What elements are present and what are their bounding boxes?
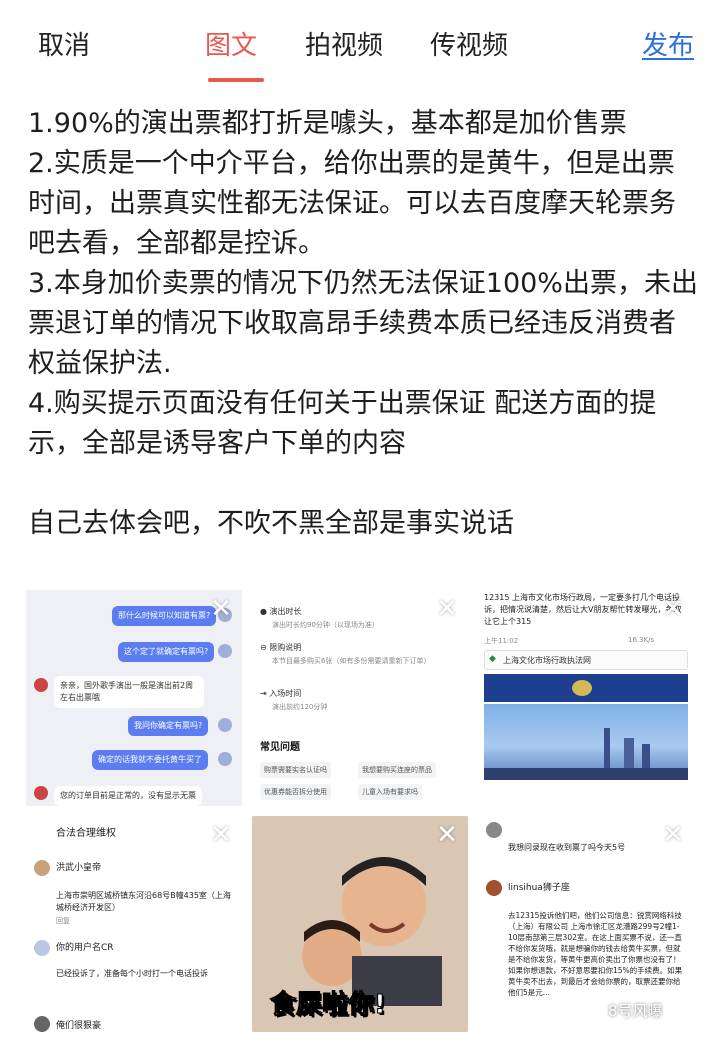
post-text-editor[interactable]: 1.90%的演出票都打折是噱头，基本都是加价售票 2.实质是一个中介平台，给你出… <box>28 104 698 544</box>
site-banner <box>484 674 688 702</box>
comment-text: 去12315投诉他们吧，他们公司信息：锐赏网络科技（上海）有限公司 上海市徐汇区… <box>508 911 683 997</box>
meme-caption: 食屎啦你! <box>270 990 387 1021</box>
avatar <box>34 678 48 692</box>
comment-user: 你的用户名CR <box>56 943 114 953</box>
post-paragraph-2: 2.实质是一个中介平台，给你出票的是黄牛，但是出票时间，出票真实性都无法保证。可… <box>28 148 676 259</box>
remove-image-icon[interactable]: ✕ <box>660 822 686 848</box>
avatar <box>218 718 232 732</box>
avatar <box>218 752 232 766</box>
post-paragraph-4: 4.购买提示页面没有任何关于出票保证 配送方面的提示，全部是诱导客户下单的内容 <box>28 388 657 459</box>
remove-image-icon[interactable]: ✕ <box>208 596 234 622</box>
chat-bubble: 我问你确定有票吗? <box>128 716 209 736</box>
tab-upload-video[interactable]: 传视频 <box>430 26 508 66</box>
info-label-text: 入场时间 <box>269 689 302 698</box>
tab-image-text[interactable]: 图文 <box>205 26 257 66</box>
entry-icon: ⇥ <box>260 689 267 698</box>
attached-images-grid: 那什么时候可以知道有票? 这个定了就确定有票吗? 亲亲，国外歌手演出一般是演出前… <box>26 590 694 1040</box>
chat-bubble: 那什么时候可以知道有票? <box>112 606 217 626</box>
watermark: 8号风曝 <box>608 1002 663 1020</box>
site-name: 上海文化市场行政执法网 <box>503 656 591 665</box>
attached-image-1[interactable]: 那什么时候可以知道有票? 这个定了就确定有票吗? 亲亲，国外歌手演出一般是演出前… <box>26 590 242 806</box>
chat-bubble: 确定的话我就不委托黄牛买了 <box>92 750 208 770</box>
clock-icon: ● <box>260 607 267 616</box>
info-label-text: 限购说明 <box>269 643 302 652</box>
avatar <box>486 822 502 838</box>
info-label: ⇥ 入场时间 <box>260 688 301 699</box>
faq-chip: 优惠券能否拆分使用 <box>260 784 331 800</box>
comment-user: linsihua狮子座 <box>508 883 570 893</box>
attached-image-3[interactable]: 12315 上海市文化市场行政局，一定要多打几个电话投诉，把情况说清楚，然后让大… <box>478 590 694 806</box>
attached-image-2[interactable]: ● 演出时长 演出时长约90分钟（以现场为准） ⊖ 限购说明 本节目最多购买6张… <box>252 590 468 806</box>
shield-icon: ◆ <box>489 654 496 664</box>
info-desc: 本节目最多购买6张（如有多份需要请重新下订单） <box>272 657 431 665</box>
post-paragraph-5: 自己去体会吧，不吹不黑全部是事实说话 <box>28 508 514 539</box>
comment-text: 上海市崇明区城桥镇东河沿68号B幢435室（上海城桥经济开发区） <box>56 891 231 912</box>
avatar <box>218 644 232 658</box>
chat-bubble: 您的订单目前是正常的，没有显示无票 <box>54 786 202 806</box>
comment-text: 已经投诉了，准备每个小时打一个电话投诉 <box>56 969 208 978</box>
emblem-icon <box>572 680 592 696</box>
publish-button[interactable]: 发布 <box>642 26 694 66</box>
avatar <box>34 940 50 956</box>
faq-heading: 常见问题 <box>260 742 300 753</box>
info-label: ⊖ 限购说明 <box>260 642 301 653</box>
chat-bubble: 这个定了就确定有票吗? <box>118 642 215 662</box>
info-label: ● 演出时长 <box>260 606 302 617</box>
status-time: 上午11:02 <box>484 637 519 645</box>
info-desc: 演出前约120分钟 <box>272 703 328 711</box>
tab-shoot-video[interactable]: 拍视频 <box>305 26 383 66</box>
skyline-base <box>484 768 688 780</box>
top-bar: 取消 图文 拍视频 传视频 发布 <box>0 0 720 92</box>
chat-bubble: 亲亲，国外歌手演出一般是演出前2周左右出票哦 <box>54 676 204 708</box>
attached-image-4[interactable]: 合法合理维权 洪武小皇帝 上海市崇明区城桥镇东河沿68号B幢435室（上海城桥经… <box>26 816 242 1032</box>
remove-image-icon[interactable]: ✕ <box>660 596 686 622</box>
active-tab-indicator <box>208 78 264 82</box>
info-label-text: 演出时长 <box>269 607 302 616</box>
comment-user: 俺们很狠豪 <box>56 1021 102 1031</box>
avatar <box>34 786 48 800</box>
post-paragraph-3: 3.本身加价卖票的情况下仍然无法保证100%出票，未出票退订单的情况下收取高昂手… <box>28 268 698 379</box>
status-net: 16.3K/s <box>628 636 655 644</box>
cancel-button[interactable]: 取消 <box>38 26 90 66</box>
city-skyline-image <box>484 704 688 780</box>
meme-illustration <box>302 857 442 1006</box>
post-text: 12315 上海市文化市场行政局，一定要多打几个电话投诉，把情况说清楚，然后让大… <box>484 593 682 626</box>
faq-chip: 儿童入场有要求吗 <box>358 784 422 800</box>
reply-link: 回复 <box>56 917 70 925</box>
info-desc: 演出时长约90分钟（以现场为准） <box>272 621 379 629</box>
avatar <box>34 1016 50 1032</box>
post-paragraph-1: 1.90%的演出票都打折是噱头，基本都是加价售票 <box>28 108 627 139</box>
faq-chip: 购票需要实名认证吗 <box>260 762 331 778</box>
remove-image-icon[interactable]: ✕ <box>208 822 234 848</box>
avatar <box>34 860 50 876</box>
comment-header: 合法合理维权 <box>56 828 116 839</box>
attached-image-5[interactable]: 食屎啦你! ✕ <box>252 816 468 1032</box>
remove-image-icon[interactable]: ✕ <box>434 596 460 622</box>
limit-icon: ⊖ <box>260 643 267 652</box>
avatar <box>486 880 502 896</box>
comment-user: 洪武小皇帝 <box>56 863 102 873</box>
comment-text: 我想问录现在收到票了吗今天5号 <box>508 843 626 852</box>
faq-chip: 我想要购买连座的票品 <box>358 762 436 778</box>
remove-image-icon[interactable]: ✕ <box>434 822 460 848</box>
site-header: ◆ 上海文化市场行政执法网 <box>484 650 688 670</box>
